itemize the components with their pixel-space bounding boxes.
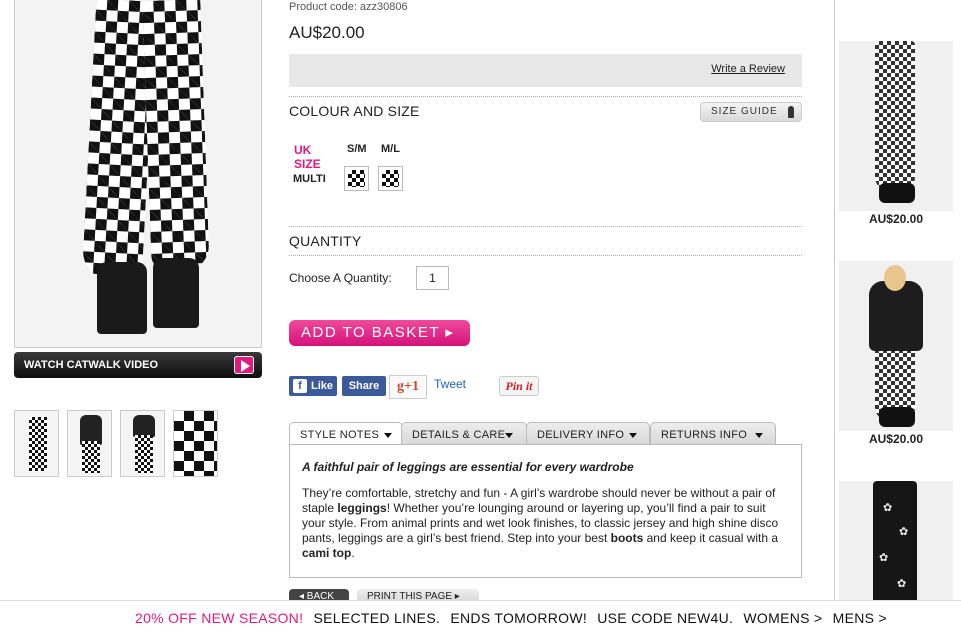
like-label: Like — [311, 380, 334, 392]
promo-highlight: 20% OFF NEW SEASON! — [135, 610, 304, 626]
swatch-multi-sm[interactable] — [344, 166, 369, 191]
style-notes-heading: A faithful pair of leggings are essentia… — [302, 460, 634, 474]
swatch-pattern — [382, 170, 399, 187]
size-guide-label: SIZE GUIDE — [711, 106, 778, 117]
related-product-image[interactable] — [839, 261, 953, 431]
facebook-icon: f — [293, 379, 307, 393]
flower-print-icon: ✿ — [883, 502, 893, 514]
size-sm-label: S/M — [347, 143, 367, 155]
boots-link[interactable]: boots — [611, 531, 644, 545]
cami-top-link[interactable]: cami top — [302, 546, 351, 560]
write-review-link[interactable]: Write a Review — [711, 63, 785, 75]
promo-text: ENDS TOMORROW! — [450, 610, 588, 626]
colour-size-title: COLOUR AND SIZE — [289, 103, 420, 119]
uk-size-label: UK SIZE — [294, 143, 321, 171]
facebook-like-button[interactable]: f Like — [289, 376, 337, 396]
divider — [289, 96, 802, 97]
thumb-legging — [29, 417, 47, 471]
quantity-label: Choose A Quantity: — [289, 271, 392, 285]
flower-print-icon: ✿ — [899, 526, 909, 538]
gplus-label: +1 — [404, 379, 419, 394]
boot-right — [153, 258, 199, 328]
figure-jacket — [869, 281, 923, 351]
product-price: AU$20.00 — [289, 23, 365, 42]
tab-label: RETURNS INFO — [661, 429, 748, 441]
figure-boots — [879, 407, 915, 427]
tab-style-notes[interactable]: STYLE NOTES — [289, 422, 403, 446]
size-guide-button[interactable]: SIZE GUIDE — [700, 102, 802, 122]
tab-returns-info[interactable]: RETURNS INFO — [650, 422, 776, 445]
figure-dark-leggings — [873, 481, 917, 600]
text-segment: and keep it casual with a — [643, 531, 779, 545]
related-product-price: AU$20.00 — [868, 432, 924, 446]
quantity-input[interactable] — [416, 266, 449, 290]
figure-leggings — [875, 41, 915, 191]
thumb-legging — [82, 441, 100, 473]
divider — [289, 226, 802, 227]
figure-boots — [879, 183, 915, 203]
add-to-basket-button[interactable]: ADD TO BASKET ▸ — [289, 320, 470, 346]
boot-left — [97, 262, 147, 334]
flower-print-icon: ✿ — [879, 552, 889, 564]
play-icon — [234, 356, 254, 374]
related-product-price: AU$20.00 — [868, 212, 924, 226]
colour-label: MULTI — [293, 173, 326, 185]
quantity-title: QUANTITY — [289, 233, 362, 249]
thumbnail-1[interactable] — [14, 410, 59, 477]
promo-text: USE CODE NEW4U. — [597, 610, 734, 626]
promo-text: SELECTED LINES. — [313, 610, 441, 626]
divider — [289, 255, 802, 256]
chevron-down-icon — [384, 433, 392, 438]
swatch-multi-ml[interactable] — [378, 166, 403, 191]
thumb-top — [133, 415, 155, 437]
related-product-image[interactable] — [839, 41, 953, 211]
thumbnail-2[interactable] — [67, 410, 112, 477]
swatch-pattern — [348, 170, 365, 187]
person-icon — [788, 106, 794, 118]
catwalk-label: WATCH CATWALK VIDEO — [24, 359, 159, 371]
review-bar: Write a Review — [289, 54, 802, 87]
column-divider — [834, 0, 835, 600]
related-product-1[interactable]: AU$20.00 — [839, 41, 953, 226]
watch-catwalk-video-button[interactable]: WATCH CATWALK VIDEO — [14, 352, 262, 378]
leggings-link[interactable]: leggings — [337, 501, 386, 515]
google-plus-button[interactable]: g+1 — [389, 375, 427, 399]
text-segment: . — [351, 546, 355, 560]
tweet-link[interactable]: Tweet — [434, 377, 466, 391]
chevron-down-icon — [755, 433, 763, 438]
thumb-legging — [135, 435, 153, 473]
promo-womens-link[interactable]: WOMENS > — [743, 610, 822, 626]
chevron-down-icon — [505, 433, 513, 438]
figure-head — [884, 265, 906, 291]
style-notes-panel: A faithful pair of leggings are essentia… — [289, 444, 802, 578]
tab-delivery-info[interactable]: DELIVERY INFO — [526, 422, 650, 445]
tab-label: STYLE NOTES — [300, 429, 380, 441]
tab-details-care[interactable]: DETAILS & CARE — [401, 422, 527, 445]
chevron-down-icon — [629, 433, 637, 438]
product-code: Product code: azz30806 — [289, 1, 408, 13]
thumbnail-4[interactable] — [173, 410, 218, 477]
related-product-2[interactable]: AU$20.00 — [839, 261, 953, 446]
pinterest-button[interactable]: Pin it — [499, 376, 539, 396]
style-notes-text: They’re comfortable, stretchy and fun - … — [302, 486, 789, 561]
related-product-3[interactable]: ✿ ✿ ✿ ✿ — [839, 481, 953, 600]
related-product-image[interactable]: ✿ ✿ ✿ ✿ — [839, 481, 953, 600]
facebook-share-button[interactable]: Share — [342, 376, 386, 396]
legging-right-leg — [142, 0, 210, 273]
promo-mens-link[interactable]: MENS > — [833, 610, 887, 626]
flower-print-icon: ✿ — [897, 578, 907, 590]
size-ml-label: M/L — [381, 143, 400, 155]
tab-label: DELIVERY INFO — [537, 429, 625, 441]
thumbnail-3[interactable] — [120, 410, 165, 477]
main-product-image[interactable] — [14, 0, 262, 348]
tab-label: DETAILS & CARE — [412, 429, 506, 441]
promo-banner[interactable]: 20% OFF NEW SEASON! SELECTED LINES. ENDS… — [0, 600, 961, 636]
